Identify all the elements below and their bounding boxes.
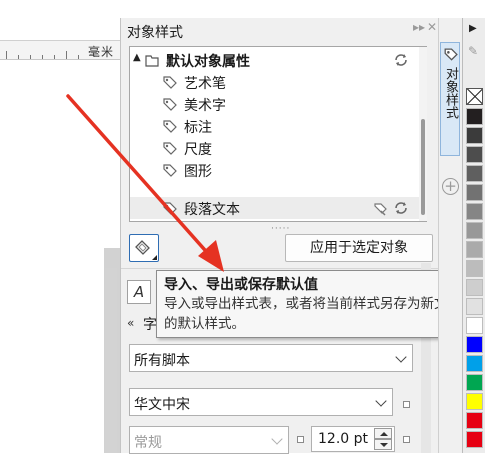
size-override-checkbox[interactable] <box>403 436 410 443</box>
tooltip-body: 导入或导出样式表，或者将当前样式另存为新文档的默认样式。 <box>164 296 461 332</box>
color-swatch[interactable] <box>466 241 483 258</box>
color-swatch[interactable] <box>466 412 483 429</box>
docker-controls: ▸▸ ✕ <box>413 20 437 40</box>
tree-item-label: 图形 <box>184 164 212 180</box>
tag-icon <box>163 142 177 155</box>
no-color-swatch[interactable] <box>466 88 483 105</box>
chevron-down-icon <box>271 433 283 445</box>
tree-item[interactable]: 图形 <box>130 159 420 181</box>
tag-icon <box>163 98 177 111</box>
object-styles-icon <box>444 48 458 61</box>
import-export-icon[interactable] <box>392 199 410 217</box>
tag-icon <box>163 164 177 177</box>
size-increment-button[interactable] <box>374 428 392 439</box>
color-swatch[interactable] <box>466 203 483 220</box>
folder-tag-icon <box>145 55 159 67</box>
tag-icon <box>163 120 177 133</box>
tree-item-label: 段落文本 <box>184 202 240 218</box>
ruler-unit-label: 毫米 <box>88 45 115 59</box>
tree-item[interactable]: 美术字 <box>130 93 420 115</box>
eyedropper-icon[interactable]: ✎ <box>468 44 482 60</box>
color-swatch[interactable] <box>466 279 483 296</box>
collapse-arrow-icon[interactable]: ▲ <box>133 52 141 63</box>
styles-tree: ▲ 默认对象属性 艺术笔 美术字 标注 尺度 图形 段落文本 <box>129 46 427 222</box>
font-dropdown-value: 华文中宋 <box>134 397 190 413</box>
tree-item-label: 美术字 <box>184 98 226 114</box>
section-label: 字 <box>143 317 157 333</box>
color-swatch[interactable] <box>466 108 483 125</box>
font-dropdown[interactable]: 华文中宋 <box>129 388 393 416</box>
tooltip: 导入、导出或保存默认值 导入或导出样式表，或者将当前样式另存为新文档的默认样式。 <box>156 270 472 338</box>
color-swatch[interactable] <box>466 146 483 163</box>
tree-item[interactable]: 标注 <box>130 115 420 137</box>
chevron-down-icon <box>375 395 387 407</box>
script-dropdown[interactable]: 所有脚本 <box>129 344 413 372</box>
color-swatch[interactable] <box>466 431 483 448</box>
font-style-dropdown[interactable]: 常规 <box>129 426 289 454</box>
import-export-icon[interactable] <box>392 51 410 69</box>
horizontal-ruler: 毫米 <box>0 40 120 60</box>
object-styles-docker: 对象样式 ▸▸ ✕ ▲ 默认对象属性 艺术笔 美术字 标注 尺度 图形 段落文本… <box>105 18 439 454</box>
font-override-checkbox[interactable] <box>403 401 410 408</box>
tag-icon <box>163 202 177 215</box>
color-swatch[interactable] <box>466 127 483 144</box>
color-swatch[interactable] <box>466 374 483 391</box>
add-docker-icon[interactable]: + <box>442 178 459 195</box>
font-size-value[interactable]: 12.0 pt <box>318 431 368 447</box>
tree-item[interactable]: 尺度 <box>130 137 420 159</box>
drawing-canvas[interactable]: 毫米 <box>0 0 120 453</box>
tree-scrollbar[interactable] <box>419 47 427 221</box>
tab-object-styles[interactable]: 对象样式 <box>440 42 460 156</box>
tree-root-default-properties[interactable]: ▲ 默认对象属性 <box>130 49 420 71</box>
tree-item[interactable]: 艺术笔 <box>130 71 420 93</box>
color-swatch[interactable] <box>466 260 483 277</box>
collapse-section-icon[interactable]: « <box>127 316 134 330</box>
tooltip-title: 导入、导出或保存默认值 <box>164 277 318 293</box>
color-swatch[interactable] <box>466 165 483 182</box>
style-override-checkbox[interactable] <box>297 436 304 443</box>
character-style-button[interactable]: A <box>127 280 151 304</box>
close-icon[interactable]: ✕ <box>427 20 437 34</box>
tree-item-selected[interactable]: 段落文本 <box>130 197 420 219</box>
tab-object-styles-label: 对象样式 <box>443 67 458 119</box>
apply-to-selected-button[interactable]: 应用于选定对象 <box>285 234 433 262</box>
color-swatch[interactable] <box>466 317 483 334</box>
expand-docker-icon[interactable]: ▸▸ <box>413 20 425 34</box>
script-dropdown-value: 所有脚本 <box>134 353 190 369</box>
color-palette: ▶ ✎ <box>462 18 485 453</box>
tree-item-label: 标注 <box>184 120 212 136</box>
color-swatch[interactable] <box>466 184 483 201</box>
import-export-button[interactable] <box>129 234 159 262</box>
tree-item-label: 艺术笔 <box>184 76 226 92</box>
tag-icon <box>163 76 177 89</box>
font-style-value: 常规 <box>134 435 162 451</box>
docker-title: 对象样式 <box>127 25 183 41</box>
apply-style-icon[interactable] <box>372 199 390 217</box>
tree-scroll-thumb[interactable] <box>421 119 425 215</box>
color-swatch[interactable] <box>466 336 483 353</box>
color-swatch[interactable] <box>466 298 483 315</box>
panel-edge <box>105 268 117 453</box>
tree-root-label: 默认对象属性 <box>166 54 250 70</box>
palette-flyout-arrow-icon[interactable]: ▶ <box>469 23 477 34</box>
color-swatch[interactable] <box>466 355 483 372</box>
chevron-down-icon <box>395 351 407 363</box>
tree-item-label: 尺度 <box>184 142 212 158</box>
font-size-field[interactable]: 12.0 pt <box>311 426 395 452</box>
color-swatch[interactable] <box>466 393 483 410</box>
splitter-grip[interactable]: ····· <box>271 224 290 234</box>
color-swatch[interactable] <box>466 222 483 239</box>
size-decrement-button[interactable] <box>374 439 392 450</box>
